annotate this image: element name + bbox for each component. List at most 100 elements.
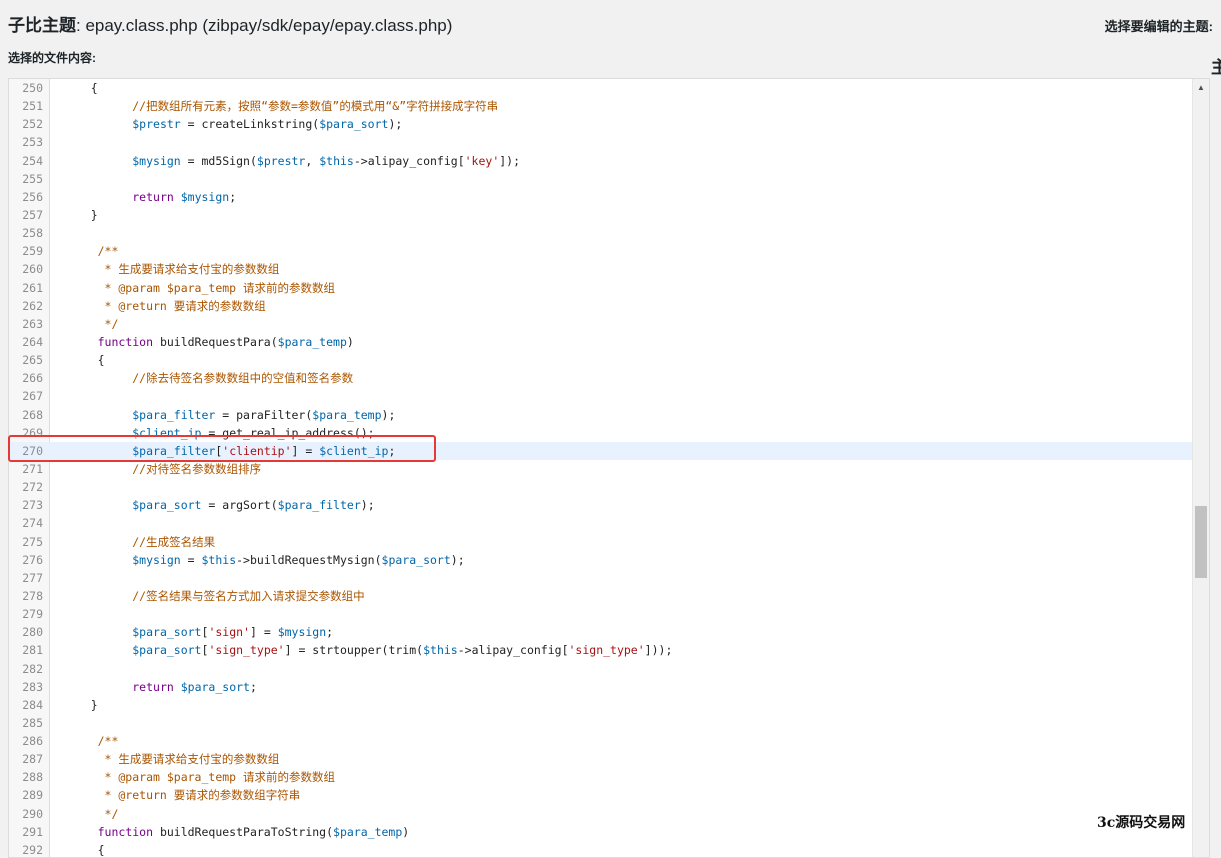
code-line[interactable]: 281 $para_sort['sign_type'] = strtoupper… — [9, 641, 1192, 659]
code-line[interactable]: 267 — [9, 387, 1192, 405]
code-text[interactable]: */ — [63, 805, 119, 823]
code-line[interactable]: 287 * 生成要请求给支付宝的参数数组 — [9, 750, 1192, 768]
code-line[interactable]: 262 * @return 要请求的参数数组 — [9, 297, 1192, 315]
code-line[interactable]: 258 — [9, 224, 1192, 242]
code-line[interactable]: 284 } — [9, 696, 1192, 714]
code-line[interactable]: 286 /** — [9, 732, 1192, 750]
theme-name: 子比主题 — [8, 16, 76, 35]
code-text[interactable]: /** — [63, 732, 119, 750]
code-text[interactable]: //签名结果与签名方式加入请求提交参数组中 — [63, 587, 364, 605]
code-text[interactable]: function buildRequestPara($para_temp) — [63, 333, 354, 351]
code-line[interactable]: 255 — [9, 170, 1192, 188]
line-number: 273 — [22, 498, 43, 513]
code-text[interactable]: $para_filter['clientip'] = $client_ip; — [63, 442, 395, 460]
code-line[interactable]: 288 * @param $para_temp 请求前的参数数组 — [9, 768, 1192, 786]
code-text[interactable]: return $mysign; — [63, 188, 236, 206]
code-line[interactable]: 291 function buildRequestParaToString($p… — [9, 823, 1192, 841]
code-text[interactable]: { — [63, 841, 105, 857]
line-number: 271 — [22, 461, 43, 476]
code-text[interactable]: $mysign = md5Sign($prestr, $this->alipay… — [63, 152, 520, 170]
code-text[interactable]: $para_sort = argSort($para_filter); — [63, 496, 374, 514]
line-number: 250 — [22, 81, 43, 95]
code-line[interactable]: 283 return $para_sort; — [9, 678, 1192, 696]
code-text[interactable]: //除去待签名参数数组中的空值和签名参数 — [63, 369, 353, 387]
code-text[interactable]: { — [63, 351, 105, 369]
watermark: 3c源码交易网 — [1097, 815, 1186, 831]
code-lines[interactable]: 250 {251 //把数组所有元素，按照“参数=参数值”的模式用“&”字符拼接… — [9, 79, 1192, 857]
file-title: : epay.class.php (zibpay/sdk/epay/epay.c… — [76, 16, 453, 35]
line-number: 282 — [22, 661, 43, 676]
line-number: 258 — [22, 226, 43, 241]
code-line[interactable]: 252 $prestr = createLinkstring($para_sor… — [9, 115, 1192, 133]
code-text[interactable]: * @param $para_temp 请求前的参数数组 — [63, 279, 335, 297]
line-number: 281 — [22, 643, 43, 658]
vertical-scrollbar[interactable]: ▲ — [1192, 79, 1209, 857]
code-text[interactable]: * 生成要请求给支付宝的参数数组 — [63, 260, 280, 278]
code-editor[interactable]: 250 {251 //把数组所有元素，按照“参数=参数值”的模式用“&”字符拼接… — [8, 78, 1210, 858]
line-number: 257 — [22, 207, 43, 222]
code-text[interactable]: $prestr = createLinkstring($para_sort); — [63, 115, 402, 133]
code-text[interactable]: //把数组所有元素，按照“参数=参数值”的模式用“&”字符拼接成字符串 — [63, 97, 498, 115]
code-text[interactable]: * @return 要请求的参数数组 — [63, 297, 266, 315]
triangle-up-icon[interactable]: ▲ — [1193, 81, 1209, 95]
code-text[interactable]: return $para_sort; — [63, 678, 257, 696]
code-line[interactable]: 270 $para_filter['clientip'] = $client_i… — [9, 441, 1192, 460]
line-number: 268 — [22, 407, 43, 422]
code-line[interactable]: 271 //对待签名参数数组排序 — [9, 460, 1192, 478]
line-number: 285 — [22, 715, 43, 730]
scrollbar-thumb[interactable] — [1195, 506, 1207, 578]
code-line[interactable]: 278 //签名结果与签名方式加入请求提交参数组中 — [9, 587, 1192, 605]
line-number: 269 — [22, 425, 43, 440]
code-text[interactable]: * @param $para_temp 请求前的参数数组 — [63, 768, 335, 786]
code-text[interactable]: $para_sort['sign'] = $mysign; — [63, 623, 333, 641]
code-line[interactable]: 280 $para_sort['sign'] = $mysign; — [9, 623, 1192, 641]
code-line[interactable]: 279 — [9, 605, 1192, 623]
line-number: 276 — [22, 552, 43, 567]
line-number: 290 — [22, 806, 43, 821]
code-line[interactable]: 263 */ — [9, 315, 1192, 333]
code-line[interactable]: 254 $mysign = md5Sign($prestr, $this->al… — [9, 152, 1192, 170]
code-line[interactable]: 289 * @return 要请求的参数数组字符串 — [9, 786, 1192, 804]
code-line[interactable]: 290 */ — [9, 805, 1192, 823]
code-line[interactable]: 277 — [9, 569, 1192, 587]
code-line[interactable]: 275 //生成签名结果 — [9, 533, 1192, 551]
code-line[interactable]: 272 — [9, 478, 1192, 496]
code-line[interactable]: 260 * 生成要请求给支付宝的参数数组 — [9, 260, 1192, 278]
code-text[interactable]: } — [63, 206, 98, 224]
code-line[interactable]: 269 $client_ip = get_real_ip_address(); — [9, 424, 1192, 442]
code-text[interactable]: //对待签名参数数组排序 — [63, 460, 261, 478]
code-text[interactable]: $mysign = $this->buildRequestMysign($par… — [63, 551, 464, 569]
code-line[interactable]: 266 //除去待签名参数数组中的空值和签名参数 — [9, 369, 1192, 387]
code-line[interactable]: 292 { — [9, 841, 1192, 857]
code-line[interactable]: 257 } — [9, 206, 1192, 224]
code-line[interactable]: 253 — [9, 133, 1192, 151]
code-text[interactable]: $para_sort['sign_type'] = strtoupper(tri… — [63, 641, 672, 659]
code-text[interactable]: } — [63, 696, 98, 714]
code-text[interactable]: /** — [63, 242, 119, 260]
code-line[interactable]: 285 — [9, 714, 1192, 732]
code-line[interactable]: 256 return $mysign; — [9, 188, 1192, 206]
code-text[interactable]: * @return 要请求的参数数组字符串 — [63, 786, 301, 804]
code-text[interactable]: */ — [63, 315, 119, 333]
code-text[interactable]: $para_filter = paraFilter($para_temp); — [63, 406, 395, 424]
code-line[interactable]: 273 $para_sort = argSort($para_filter); — [9, 496, 1192, 514]
code-text[interactable]: $client_ip = get_real_ip_address(); — [63, 424, 374, 442]
code-line[interactable]: 265 { — [9, 351, 1192, 369]
code-text[interactable]: * 生成要请求给支付宝的参数数组 — [63, 750, 280, 768]
code-line[interactable]: 251 //把数组所有元素，按照“参数=参数值”的模式用“&”字符拼接成字符串 — [9, 97, 1192, 115]
code-line[interactable]: 259 /** — [9, 242, 1192, 260]
code-text[interactable]: //生成签名结果 — [63, 533, 215, 551]
code-line[interactable]: 274 — [9, 514, 1192, 532]
line-number: 259 — [22, 244, 43, 259]
line-number: 292 — [22, 842, 43, 857]
code-line[interactable]: 250 { — [9, 79, 1192, 97]
line-number: 262 — [22, 298, 43, 313]
code-text[interactable]: function buildRequestParaToString($para_… — [63, 823, 410, 841]
code-line[interactable]: 282 — [9, 660, 1192, 678]
code-text[interactable]: { — [63, 79, 98, 97]
code-line[interactable]: 268 $para_filter = paraFilter($para_temp… — [9, 406, 1192, 424]
code-line[interactable]: 264 function buildRequestPara($para_temp… — [9, 333, 1192, 351]
code-line[interactable]: 276 $mysign = $this->buildRequestMysign(… — [9, 551, 1192, 569]
code-line[interactable]: 261 * @param $para_temp 请求前的参数数组 — [9, 279, 1192, 297]
line-number: 266 — [22, 371, 43, 386]
